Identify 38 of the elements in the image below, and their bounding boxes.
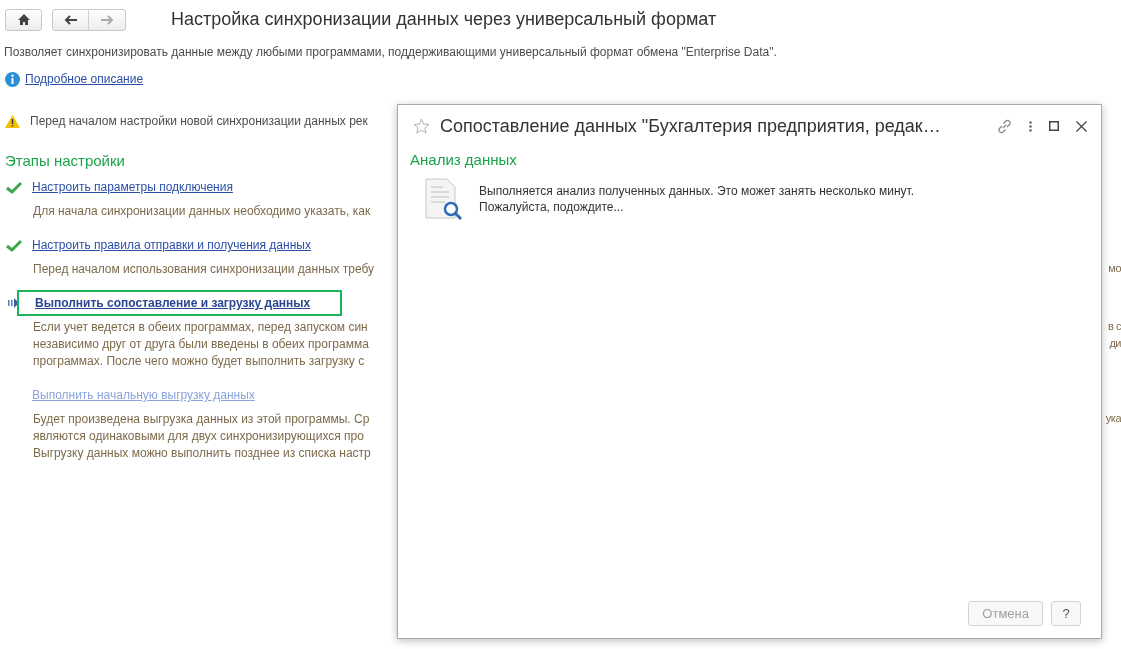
details-link[interactable]: Подробное описание bbox=[25, 70, 144, 88]
step-description: Будет произведена выгрузка данных из этой программы. Ср bbox=[33, 410, 370, 427]
step-link[interactable]: Настроить правила отправки и получения данных bbox=[32, 236, 311, 254]
dialog-title: Сопоставление данных "Бухгалтерия предприятия, редак… bbox=[440, 114, 942, 138]
section-heading: Анализ данных bbox=[410, 150, 518, 170]
step-description: Перед началом использования синхронизации данных требу bbox=[33, 260, 375, 277]
status-message: Выполняется анализ полученных данных. Это может занять несколько минут. bbox=[479, 182, 915, 199]
arrow-icon bbox=[8, 298, 20, 308]
step-description: мо bbox=[1108, 260, 1121, 276]
home-button[interactable] bbox=[5, 8, 42, 31]
section-heading: Этапы настройки bbox=[5, 151, 125, 171]
check-icon bbox=[6, 238, 22, 252]
link-icon[interactable] bbox=[997, 118, 1012, 134]
step-description: Выгрузку данных можно выполнить позднее из списка настр bbox=[33, 444, 371, 461]
step-description: независимо друг от друга были введены в обеих программа bbox=[33, 335, 369, 352]
page-title: Настройка синхронизации данных через универсальный формат bbox=[171, 8, 717, 31]
page-description: Позволяет синхронизировать данные между любыми программами, поддерживающими универсальный формат обмена "Enterprise Data". bbox=[4, 44, 778, 61]
home-icon bbox=[17, 14, 30, 25]
info-icon bbox=[5, 71, 20, 87]
step-description: в с bbox=[1108, 318, 1121, 334]
step-description: ука bbox=[1105, 410, 1121, 426]
document-search-icon bbox=[425, 177, 463, 220]
step-description: являются одинаковыми для двух синхронизирующихся про bbox=[33, 427, 364, 444]
step-description: программах. После чего можно будет выполнить загрузку с bbox=[33, 352, 365, 369]
step-description: Если учет ведется в обеих программах, перед запуском син bbox=[33, 318, 368, 335]
step-description: Для начала синхронизации данных необходимо указать, как bbox=[33, 202, 371, 219]
step-description: ди bbox=[1109, 335, 1121, 351]
close-icon[interactable] bbox=[1076, 120, 1087, 132]
check-icon bbox=[6, 180, 22, 194]
step-link[interactable]: Настроить параметры подключения bbox=[32, 178, 233, 196]
maximize-icon[interactable] bbox=[1049, 121, 1059, 131]
more-icon[interactable] bbox=[1029, 120, 1032, 132]
warning-icon bbox=[5, 114, 20, 128]
star-icon[interactable] bbox=[413, 118, 430, 134]
step-link[interactable]: Выполнить сопоставление и загрузку данных bbox=[19, 292, 341, 314]
warning-text: Перед началом настройки новой синхронизации данных рек bbox=[30, 113, 368, 130]
status-message: Пожалуйста, подождите... bbox=[479, 198, 625, 215]
help-button[interactable]: ? bbox=[1051, 601, 1081, 626]
